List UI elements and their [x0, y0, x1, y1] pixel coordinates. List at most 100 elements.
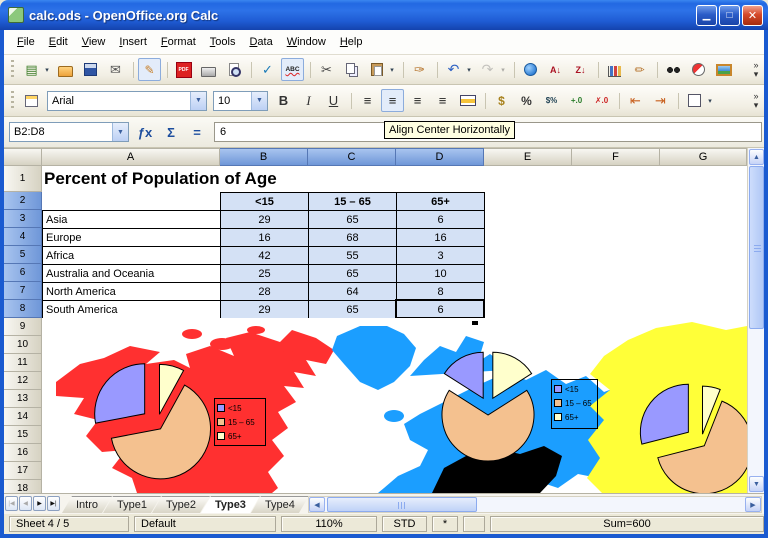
scroll-up-icon[interactable]: ▲: [749, 149, 764, 165]
scroll-left-icon[interactable]: ◀: [309, 497, 325, 512]
find-icon[interactable]: [662, 58, 685, 81]
redo-icon[interactable]: ↷: [476, 58, 499, 81]
align-center-icon[interactable]: ≡: [381, 89, 404, 112]
table-row-cell[interactable]: 29: [220, 210, 308, 228]
row-header[interactable]: 4: [4, 228, 42, 246]
table-row-cell[interactable]: 29: [220, 300, 308, 319]
table-row-cell[interactable]: South America: [42, 300, 220, 319]
table-row-cell[interactable]: 16: [396, 228, 485, 246]
page-style-panel[interactable]: Default: [134, 516, 276, 532]
draw-icon[interactable]: ✏: [628, 58, 651, 81]
italic-icon[interactable]: I: [297, 89, 320, 112]
dd-new-icon[interactable]: ▾: [42, 58, 52, 81]
chevron-down-icon[interactable]: ▼: [251, 92, 267, 110]
email-icon[interactable]: ✉: [104, 58, 127, 81]
row-header[interactable]: 16: [4, 444, 42, 462]
sheet-tab-type1[interactable]: Type1: [103, 496, 161, 513]
dd-redo-icon[interactable]: ▾: [498, 58, 508, 81]
column-header[interactable]: E: [484, 148, 572, 166]
row-header[interactable]: 3: [4, 210, 42, 228]
table-row-cell[interactable]: 3: [396, 246, 485, 264]
active-cell-border[interactable]: [395, 299, 485, 319]
align-left-icon[interactable]: ≡: [356, 89, 379, 112]
row-header[interactable]: 14: [4, 408, 42, 426]
toolbar-grip[interactable]: [9, 60, 16, 80]
column-header[interactable]: F: [572, 148, 660, 166]
menu-item[interactable]: Data: [242, 33, 279, 51]
table-row-cell[interactable]: 42: [220, 246, 308, 264]
row-header[interactable]: 1: [4, 166, 42, 192]
hyperlink-icon[interactable]: [519, 58, 542, 81]
chart-legend[interactable]: <15 15 – 65 65+: [214, 398, 266, 446]
table-row-cell[interactable]: 8: [396, 282, 485, 300]
dd-borders-icon[interactable]: ▾: [705, 89, 715, 112]
align-right-icon[interactable]: ≡: [406, 89, 429, 112]
paintbrush-icon[interactable]: ✑: [408, 58, 431, 81]
undo-icon[interactable]: ↶: [442, 58, 465, 81]
table-row-cell[interactable]: 28: [220, 282, 308, 300]
table-row-cell[interactable]: 16: [220, 228, 308, 246]
row-header[interactable]: 11: [4, 354, 42, 372]
underline-icon[interactable]: U: [322, 89, 345, 112]
font-name-input[interactable]: [48, 95, 190, 107]
row-header[interactable]: 8: [4, 300, 42, 318]
table-row-cell[interactable]: Australia and Oceania: [42, 264, 220, 282]
sheet-title-cell[interactable]: Percent of Population of Age: [44, 169, 277, 189]
maximize-button[interactable]: □: [719, 5, 740, 26]
justify-icon[interactable]: ≡: [431, 89, 454, 112]
table-row-cell[interactable]: 6: [396, 210, 485, 228]
menu-item[interactable]: Insert: [112, 33, 154, 51]
world-map-chart[interactable]: [42, 318, 747, 493]
table-row-cell[interactable]: 55: [308, 246, 396, 264]
gallery-icon[interactable]: [712, 58, 735, 81]
menu-item[interactable]: Help: [333, 33, 370, 51]
spelling-icon[interactable]: ✓: [256, 58, 279, 81]
table-row-cell[interactable]: 65: [308, 210, 396, 228]
first-sheet-button[interactable]: |◀: [5, 496, 18, 511]
copy-icon[interactable]: [340, 58, 363, 81]
table-header-cell[interactable]: 65+: [396, 192, 485, 210]
chart-object[interactable]: <15 15 – 65 65+ <15 15 – 65 65+: [42, 318, 747, 493]
menu-item[interactable]: View: [75, 33, 113, 51]
preview-icon[interactable]: [222, 58, 245, 81]
last-sheet-button[interactable]: ▶|: [47, 496, 60, 511]
row-header[interactable]: 9: [4, 318, 42, 336]
chart-legend[interactable]: <15 15 – 65 65+: [551, 379, 598, 429]
table-row-cell[interactable]: North America: [42, 282, 220, 300]
vertical-scrollbar[interactable]: ▲ ▼: [747, 148, 764, 493]
column-header[interactable]: B: [220, 148, 308, 166]
column-header[interactable]: C: [308, 148, 396, 166]
table-row-cell[interactable]: 64: [308, 282, 396, 300]
row-header[interactable]: 18: [4, 480, 42, 493]
menu-item[interactable]: Tools: [203, 33, 243, 51]
percent-icon[interactable]: %: [515, 89, 538, 112]
row-header[interactable]: 12: [4, 372, 42, 390]
menu-item[interactable]: Format: [154, 33, 203, 51]
toolbar-grip[interactable]: [9, 91, 16, 111]
close-button[interactable]: ✕: [742, 5, 763, 26]
table-row-cell[interactable]: 68: [308, 228, 396, 246]
toolbar-overflow-button[interactable]: » ▾: [748, 61, 764, 79]
dd-undo-icon[interactable]: ▾: [464, 58, 474, 81]
currency-icon[interactable]: $: [490, 89, 513, 112]
menu-item[interactable]: Window: [280, 33, 333, 51]
row-header[interactable]: 13: [4, 390, 42, 408]
sum-icon[interactable]: Σ: [160, 122, 182, 142]
edit-file-icon[interactable]: ✎: [138, 58, 161, 81]
row-header[interactable]: 6: [4, 264, 42, 282]
column-header[interactable]: D: [396, 148, 484, 166]
row-header[interactable]: 10: [4, 336, 42, 354]
row-header[interactable]: 17: [4, 462, 42, 480]
sort-asc-icon[interactable]: A↓: [544, 58, 567, 81]
table-row-cell[interactable]: 25: [220, 264, 308, 282]
styles-icon[interactable]: [20, 89, 43, 112]
dd-paste-icon[interactable]: ▾: [387, 58, 397, 81]
inc-indent-icon[interactable]: ⇥: [649, 89, 672, 112]
borders-icon[interactable]: [683, 89, 706, 112]
dec-indent-icon[interactable]: ⇤: [624, 89, 647, 112]
menu-item[interactable]: Edit: [42, 33, 75, 51]
row-header[interactable]: 2: [4, 192, 42, 210]
column-header[interactable]: G: [660, 148, 747, 166]
font-name-combo[interactable]: ▼: [47, 91, 207, 111]
sum-panel[interactable]: Sum=600: [490, 516, 764, 532]
